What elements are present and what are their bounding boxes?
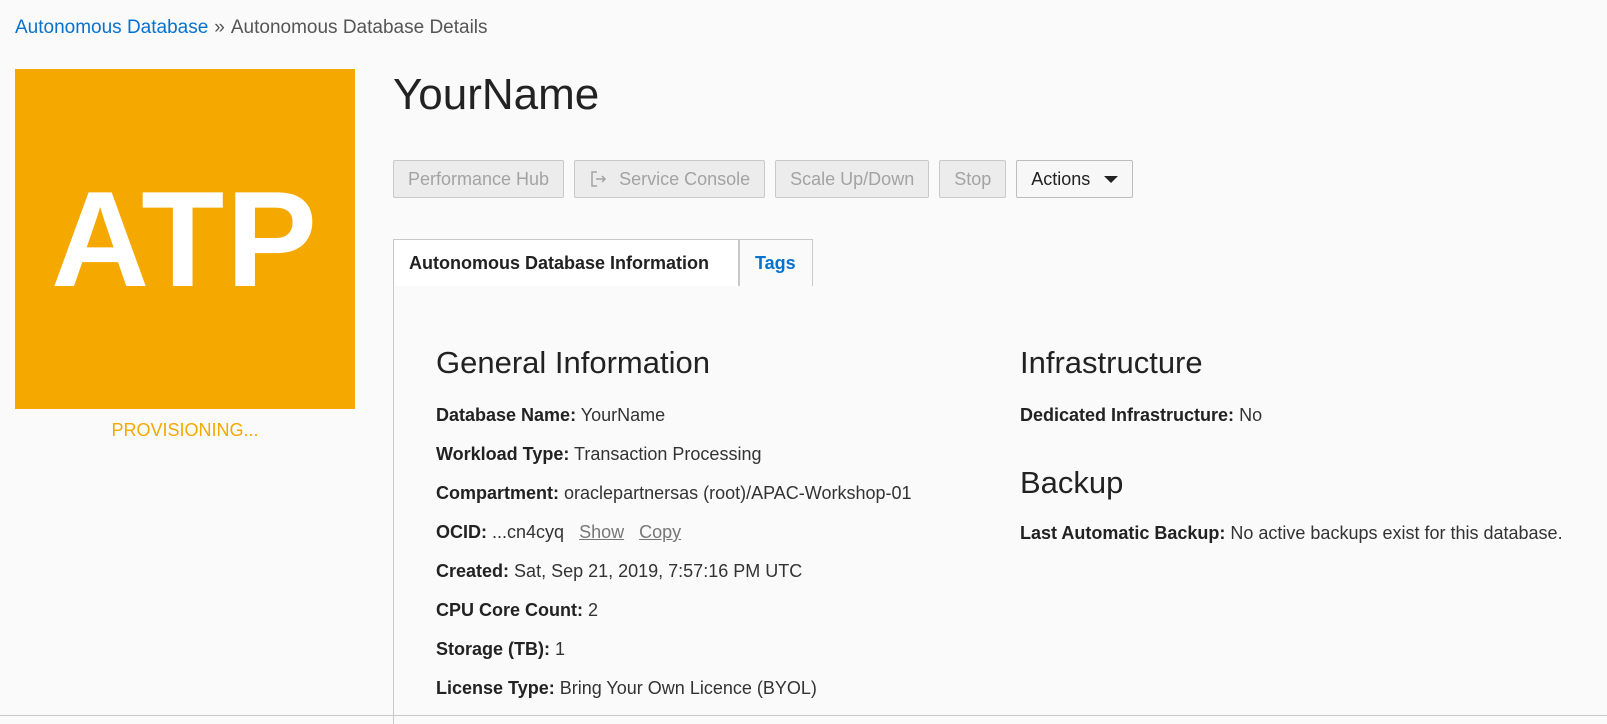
autonomous-database-details-page: Autonomous Database» Autonomous Database … (0, 0, 1607, 724)
workload-type-value: Transaction Processing (574, 444, 762, 464)
scale-up-down-button[interactable]: Scale Up/Down (775, 160, 930, 198)
workload-type-label: Workload Type: (436, 444, 570, 464)
information-panel: General Information Database Name: YourN… (393, 286, 1607, 724)
lifecycle-state: PROVISIONING... (111, 420, 259, 440)
last-automatic-backup-label: Last Automatic Backup: (1020, 523, 1226, 543)
compartment-label: Compartment: (436, 483, 560, 503)
created-row: Created: Sat, Sep 21, 2019, 7:57:16 PM U… (436, 561, 802, 582)
atp-logo-tile: ATP (15, 69, 355, 409)
license-type-value: Bring Your Own Licence (BYOL) (559, 678, 817, 698)
storage-value: 1 (555, 639, 566, 659)
last-automatic-backup-value: No active backups exist for this databas… (1230, 523, 1563, 543)
infrastructure-heading: Infrastructure (1020, 345, 1203, 380)
license-type-label: License Type: (436, 678, 555, 698)
tab-autonomous-database-information[interactable]: Autonomous Database Information (393, 239, 739, 287)
actions-dropdown-button[interactable]: Actions (1016, 160, 1134, 198)
created-value: Sat, Sep 21, 2019, 7:57:16 PM UTC (514, 561, 803, 581)
stop-button[interactable]: Stop (939, 160, 1007, 198)
performance-hub-button[interactable]: Performance Hub (393, 160, 565, 198)
general-information-heading: General Information (436, 345, 710, 380)
ocid-copy-link[interactable]: Copy (639, 522, 681, 542)
ocid-value: ...cn4cyq (492, 522, 565, 542)
detail-tabs: Autonomous Database Information Tags (393, 239, 1607, 287)
tab-tags-label: Tags (755, 252, 796, 273)
backup-heading: Backup (1020, 465, 1124, 500)
database-name-value: YourName (580, 405, 666, 425)
breadcrumb-current: Autonomous Database Details (230, 17, 488, 38)
breadcrumb-separator: » (214, 17, 225, 38)
compartment-value: oraclepartnersas (root)/APAC-Workshop-01 (564, 483, 912, 503)
ocid-row: OCID: ...cn4cyq Show Copy (436, 522, 681, 543)
cpu-core-count-row: CPU Core Count: 2 (436, 600, 598, 621)
compartment-row: Compartment: oraclepartnersas (root)/APA… (436, 483, 912, 504)
chevron-down-icon (1104, 175, 1119, 183)
page-title: YourName (393, 70, 600, 119)
actions-label: Actions (1031, 168, 1091, 189)
ocid-show-link[interactable]: Show (579, 522, 624, 542)
breadcrumb: Autonomous Database » Autonomous Database … (15, 17, 488, 39)
tab-tags[interactable]: Tags (739, 239, 813, 286)
service-console-button[interactable]: Service Console (574, 160, 766, 198)
dedicated-infrastructure-row: Dedicated Infrastructure: No (1020, 405, 1262, 426)
storage-label: Storage (TB): (436, 639, 550, 659)
performance-hub-label: Performance Hub (408, 168, 550, 189)
workload-type-row: Workload Type: Transaction Processing (436, 444, 761, 465)
bottom-divider (0, 715, 1607, 716)
license-type-row: License Type: Bring Your Own Licence (BY… (436, 678, 817, 699)
dedicated-infrastructure-label: Dedicated Infrastructure: (1020, 405, 1235, 425)
storage-row: Storage (TB): 1 (436, 639, 565, 660)
ocid-label: OCID: (436, 522, 487, 542)
created-label: Created: (436, 561, 510, 581)
last-automatic-backup-row: Last Automatic Backup: No active backups… (1020, 523, 1563, 544)
cpu-core-count-label: CPU Core Count: (436, 600, 583, 620)
action-toolbar: Performance Hub Service Console Scale Up… (393, 160, 1134, 198)
database-name-label: Database Name: (436, 405, 577, 425)
database-name-row: Database Name: YourName (436, 405, 665, 426)
cpu-core-count-value: 2 (588, 600, 599, 620)
tab-info-label: Autonomous Database Information (409, 253, 710, 273)
breadcrumb-autonomous-database-link[interactable]: Autonomous Database (15, 17, 208, 38)
dedicated-infrastructure-value: No (1239, 405, 1263, 425)
service-console-label: Service Console (619, 168, 751, 189)
atp-logo-text: ATP (51, 163, 319, 315)
scale-up-down-label: Scale Up/Down (790, 168, 915, 189)
external-link-icon (589, 169, 609, 189)
stop-label: Stop (954, 168, 992, 189)
